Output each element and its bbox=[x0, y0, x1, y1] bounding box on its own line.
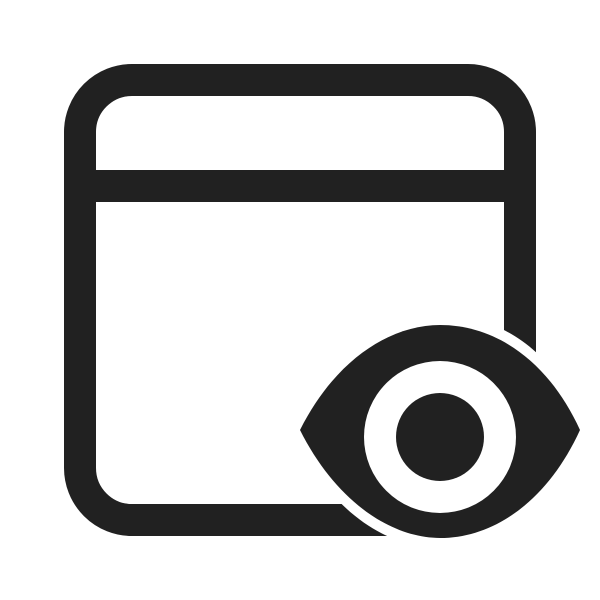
window-eye-icon-svg bbox=[64, 64, 580, 538]
window-eye-icon bbox=[0, 0, 600, 600]
eye-pupil bbox=[396, 393, 484, 481]
